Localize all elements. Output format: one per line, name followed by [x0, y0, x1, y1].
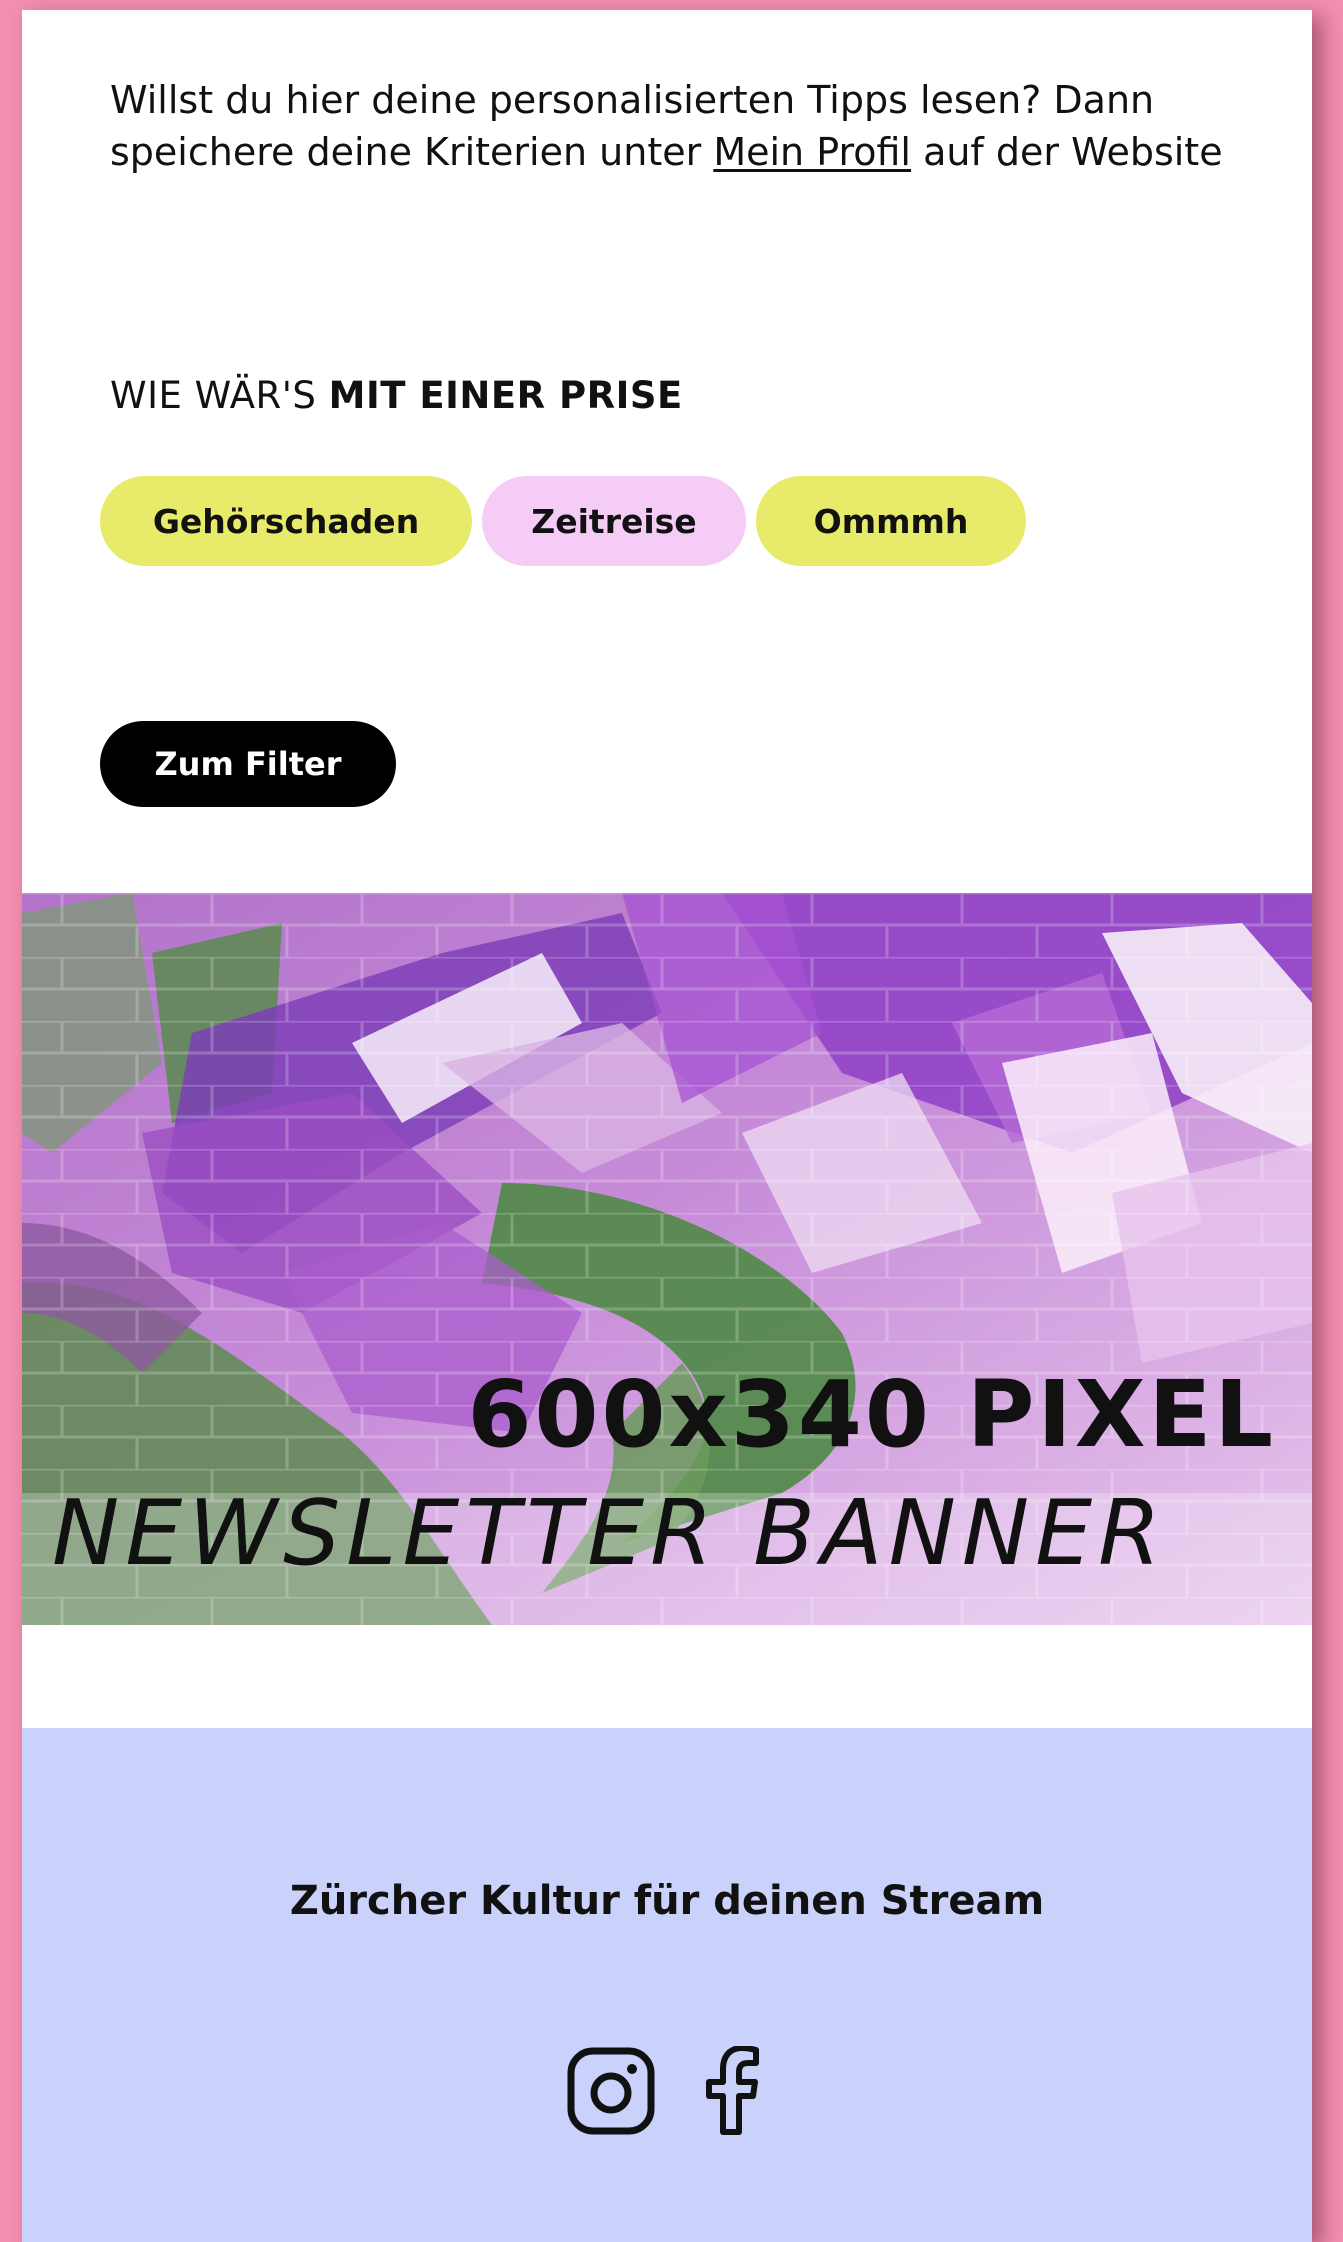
tag-ommmh[interactable]: Ommmh — [756, 476, 1026, 566]
newsletter-banner: 600x340 PIXEL NEWSLETTER BANNER — [22, 893, 1312, 1625]
mein-profil-link[interactable]: Mein Profil — [713, 130, 911, 174]
profile-hint-text-end: auf der Website — [910, 130, 1223, 174]
tag-zeitreise[interactable]: Zeitreise — [482, 476, 746, 566]
social-links — [567, 2045, 759, 2136]
facebook-icon[interactable] — [703, 2045, 759, 2136]
social-footer: Zürcher Kultur für deinen Stream — [22, 1728, 1312, 2242]
tag-gehoerschaden[interactable]: Gehörschaden — [100, 476, 472, 566]
prise-tag-list: Gehörschaden Zeitreise Ommmh — [100, 476, 1026, 566]
footer-title: Zürcher Kultur für deinen Stream — [289, 1878, 1045, 1924]
newsletter-card: Willst du hier deine personalisierten Ti… — [22, 10, 1312, 2242]
prise-heading-regular: WIE WÄR'S — [110, 374, 329, 417]
zum-filter-button[interactable]: Zum Filter — [100, 721, 396, 807]
prise-heading-bold: MIT EINER PRISE — [328, 374, 683, 417]
banner-headline: 600x340 PIXEL — [467, 1361, 1276, 1468]
instagram-icon[interactable] — [567, 2047, 655, 2135]
prise-heading: WIE WÄR'S MIT EINER PRISE — [110, 374, 683, 417]
banner-subline: NEWSLETTER BANNER — [52, 1481, 1167, 1586]
profile-hint-text: Willst du hier deine personalisierten Ti… — [110, 74, 1230, 178]
